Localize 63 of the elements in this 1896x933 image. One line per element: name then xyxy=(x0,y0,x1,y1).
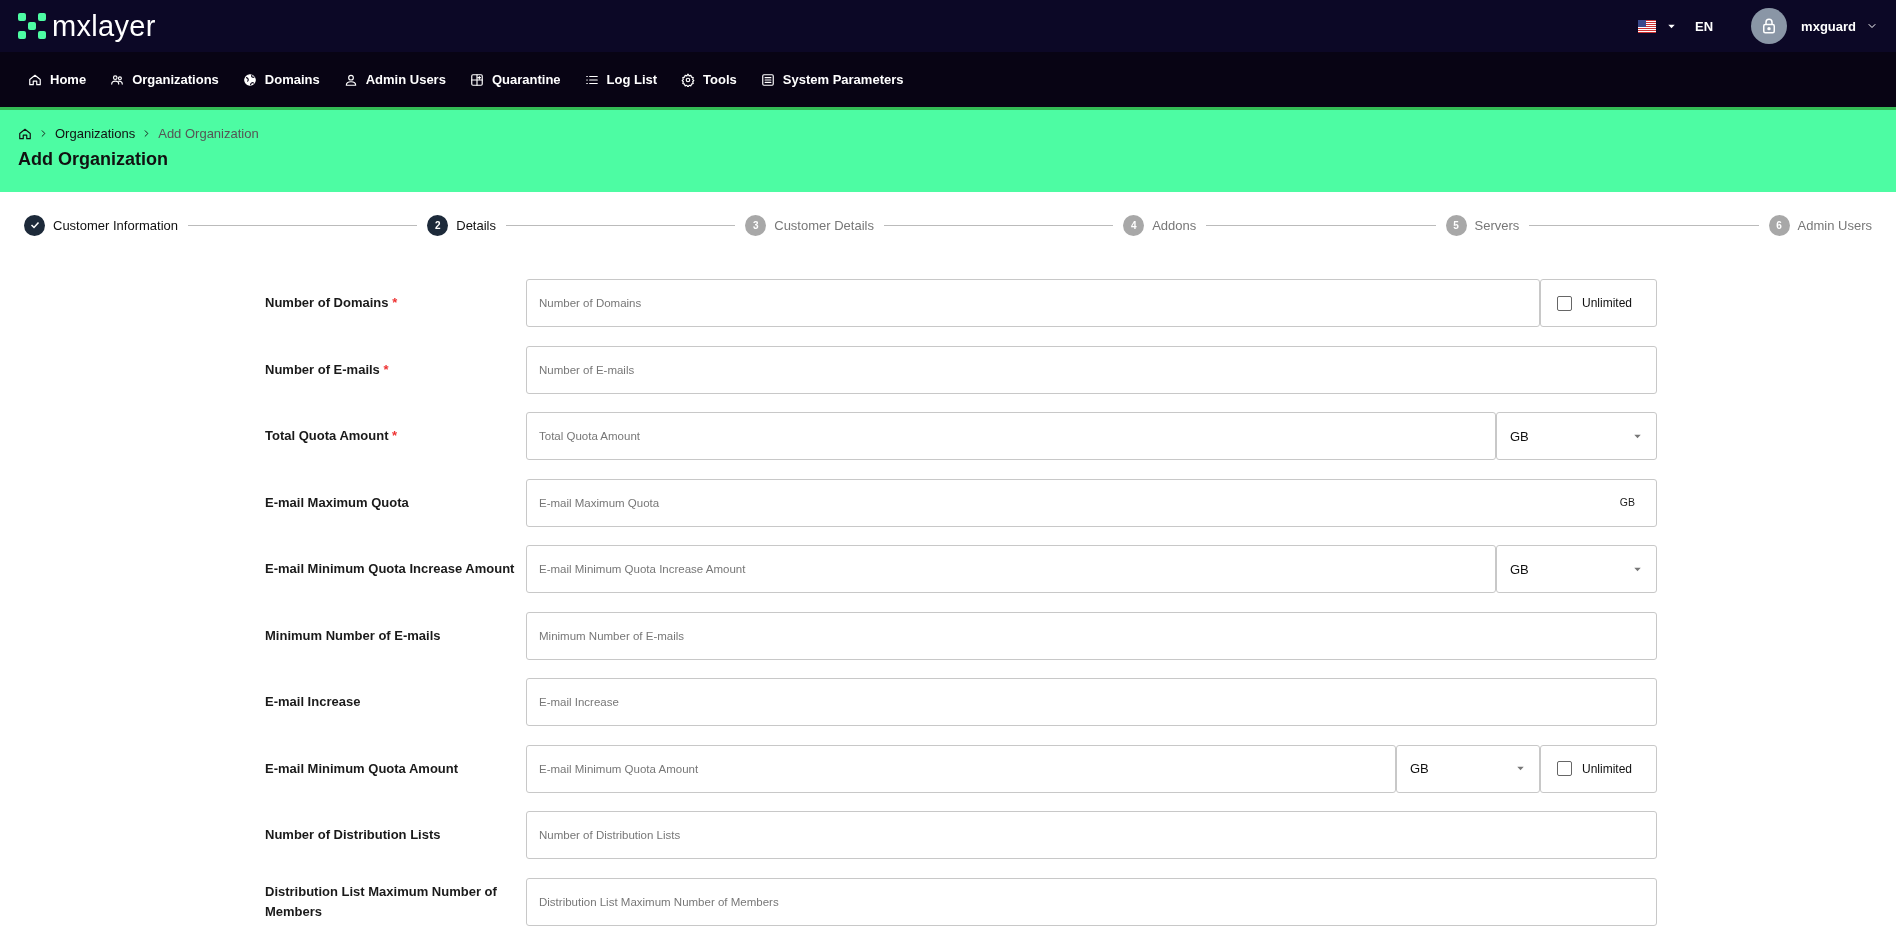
unit-select[interactable]: GB xyxy=(1496,412,1657,460)
nav-item[interactable]: Log List xyxy=(584,68,658,91)
input-field[interactable]: E-mail Minimum Quota Amount xyxy=(526,744,1396,793)
step-label[interactable]: Addons xyxy=(1152,217,1197,233)
nav-item[interactable]: Quarantine xyxy=(469,68,561,91)
flag-icon[interactable] xyxy=(1638,19,1657,33)
grid-plus-icon xyxy=(469,72,484,87)
step-number: 6 xyxy=(1768,214,1790,236)
table-icon xyxy=(760,72,775,87)
input-field[interactable]: Number of Distribution Lists xyxy=(526,811,1657,859)
page-title: Add Organization xyxy=(18,149,169,170)
brand-name: mxlayer xyxy=(52,9,156,43)
nav-item[interactable]: System Parameters xyxy=(760,68,904,91)
breadcrumb-link[interactable]: Organizations xyxy=(55,126,136,141)
unit-suffix: GB xyxy=(1619,495,1635,508)
nav-item[interactable]: Admin Users xyxy=(343,68,446,91)
user-name[interactable]: mxguard xyxy=(1801,18,1856,34)
gear-icon xyxy=(681,72,696,87)
home-icon xyxy=(28,72,42,87)
field-label: Number of Domains xyxy=(265,295,389,311)
required-mark: * xyxy=(392,295,398,311)
field-label: E-mail Increase xyxy=(265,694,361,710)
field-label: Number of E-mails xyxy=(265,361,380,377)
step-number: 5 xyxy=(1445,214,1467,236)
input-field[interactable]: Number of E-mails xyxy=(526,345,1657,394)
avatar-lock-icon[interactable] xyxy=(1751,8,1788,44)
logo-icon xyxy=(18,12,48,40)
nav-item[interactable]: Organizations xyxy=(110,68,219,91)
field-label: Minimum Number of E-mails xyxy=(265,627,441,643)
unlimited-checkbox[interactable]: Unlimited xyxy=(1540,279,1657,327)
field-label: E-mail Minimum Quota Increase Amount xyxy=(265,561,515,577)
field-label: E-mail Minimum Quota Amount xyxy=(265,760,459,776)
field-label: Total Quota Amount xyxy=(265,428,389,444)
nav-item[interactable]: Tools xyxy=(681,68,737,91)
step-label[interactable]: Details xyxy=(456,217,496,233)
home-icon xyxy=(18,126,32,141)
input-field[interactable]: Total Quota Amount xyxy=(526,412,1496,460)
required-mark: * xyxy=(383,361,389,377)
input-field[interactable]: Minimum Number of E-mails xyxy=(526,611,1657,660)
nav-item[interactable]: Domains xyxy=(242,68,320,91)
person-icon xyxy=(343,72,358,87)
people-icon xyxy=(110,72,125,87)
language-label[interactable]: EN xyxy=(1695,18,1714,34)
step-number: 2 xyxy=(427,214,449,236)
required-mark: * xyxy=(392,428,398,444)
step-number: 3 xyxy=(745,214,767,236)
field-label: Number of Distribution Lists xyxy=(265,827,441,843)
globe-icon xyxy=(242,72,257,87)
input-field[interactable]: E-mail Minimum Quota Increase Amount xyxy=(526,545,1496,593)
input-field[interactable]: Distribution List Maximum Number of Members xyxy=(526,877,1657,926)
input-field[interactable]: Number of Domains xyxy=(526,279,1540,327)
field-label: Distribution List Maximum Number of Members xyxy=(265,884,497,919)
step-number: 4 xyxy=(1123,214,1145,236)
unit-select[interactable]: GB xyxy=(1396,744,1540,793)
step-label[interactable]: Servers xyxy=(1474,217,1520,233)
step-label[interactable]: Customer Information xyxy=(53,217,178,233)
field-label: E-mail Maximum Quota xyxy=(265,494,409,510)
nav-item[interactable]: Home xyxy=(28,68,87,91)
step-label[interactable]: Admin Users xyxy=(1797,217,1872,233)
unit-select[interactable]: GB xyxy=(1496,545,1657,593)
input-field[interactable]: E-mail Increase xyxy=(526,678,1657,726)
unlimited-checkbox[interactable]: Unlimited xyxy=(1540,744,1657,793)
step-label[interactable]: Customer Details xyxy=(774,217,874,233)
